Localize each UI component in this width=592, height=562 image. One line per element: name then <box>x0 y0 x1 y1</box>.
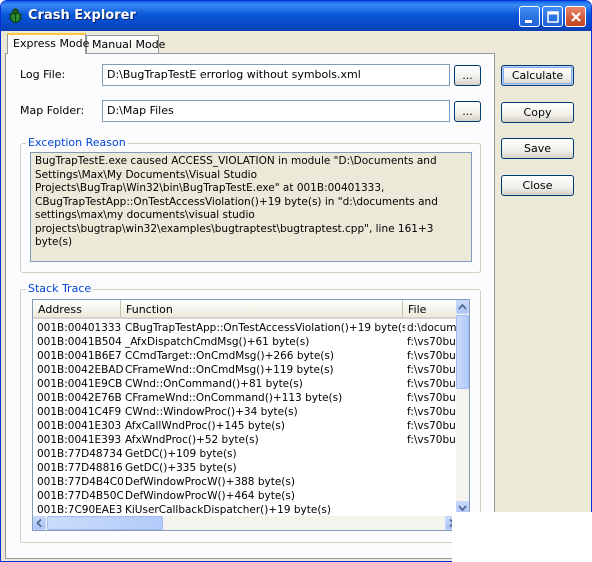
file-cell: f:\vs70bu <box>407 420 456 432</box>
stack-trace-title: Stack Trace <box>26 282 94 295</box>
table-row[interactable]: 001B:0041E393 AfxWndProc()+52 byte(s) f:\v… <box>33 433 458 447</box>
minimize-button[interactable] <box>519 6 540 27</box>
maximize-icon <box>547 11 559 23</box>
close-icon <box>571 12 581 22</box>
table-row[interactable]: 001B:77D48816 GetDC()+335 byte(s) <box>33 461 458 475</box>
close-window-button[interactable] <box>565 6 586 27</box>
reason-line: projects\bugtrap\win32\examples\bugtrapt… <box>35 222 434 249</box>
title-bar[interactable]: Crash Explorer <box>1 1 591 31</box>
column-header-file[interactable]: File <box>403 300 458 317</box>
window-title: Crash Explorer <box>28 8 136 23</box>
exception-reason-title: Exception Reason <box>26 136 128 149</box>
function-cell: CBugTrapTestApp::OnTestAccessViolation()… <box>125 322 405 334</box>
reason-line: Projects\BugTrap\Win32\bin\BugTrapTestE.… <box>35 182 385 194</box>
map-folder-field[interactable]: D:\Map Files <box>102 100 450 122</box>
function-cell: KiUserCallbackDispatcher()+19 byte(s) <box>125 504 331 516</box>
copy-button[interactable]: Copy <box>501 102 574 123</box>
browse-map-folder-button[interactable]: ... <box>454 101 481 122</box>
scroll-up-button[interactable] <box>456 300 469 314</box>
stack-trace-list[interactable]: Address Function File 001B:00401333 CBugT… <box>32 299 470 531</box>
tab-label: Manual Mode <box>92 38 166 51</box>
reason-line: settings\max\my documents\visual studio <box>35 209 255 221</box>
arrow-up-icon <box>458 303 467 310</box>
horizontal-scrollbar[interactable] <box>33 516 458 530</box>
address-cell: 001B:77D4B4C0 <box>37 476 123 488</box>
table-row[interactable]: 001B:0041C4F9 CWnd::WindowProc()+34 byte(… <box>33 405 458 419</box>
table-row[interactable]: 001B:0042E76B CFrameWnd::OnCommand()+113 … <box>33 391 458 405</box>
function-cell: _AfxDispatchCmdMsg()+61 byte(s) <box>125 336 310 348</box>
horizontal-scroll-thumb[interactable] <box>47 516 163 530</box>
vertical-scrollbar[interactable] <box>456 300 469 516</box>
list-header: Address Function File <box>33 300 458 319</box>
list-rows: 001B:00401333 CBugTrapTestApp::OnTestAcce… <box>33 321 458 516</box>
close-button[interactable]: Close <box>501 175 574 196</box>
file-cell: d:\docume <box>407 322 458 334</box>
address-cell: 001B:00401333 <box>37 322 122 334</box>
function-cell: CFrameWnd::OnCommand()+113 byte(s) <box>125 392 343 404</box>
browse-log-file-button[interactable]: ... <box>454 65 481 86</box>
vertical-scroll-thumb[interactable] <box>456 315 469 389</box>
reason-line: BugTrapTestE.exe caused ACCESS_VIOLATION… <box>35 155 437 167</box>
save-button[interactable]: Save <box>501 138 574 159</box>
exception-reason-text[interactable]: BugTrapTestE.exe caused ACCESS_VIOLATION… <box>30 152 472 262</box>
table-row[interactable]: 001B:0041E303 AfxCallWndProc()+145 byte(s… <box>33 419 458 433</box>
function-cell: DefWindowProcW()+388 byte(s) <box>125 476 295 488</box>
scroll-left-button[interactable] <box>33 516 46 530</box>
table-row[interactable]: 001B:77D4B4C0 DefWindowProcW()+388 byte(s… <box>33 475 458 489</box>
maximize-button[interactable] <box>542 6 563 27</box>
tab-express-mode[interactable]: Express Mode <box>7 33 90 54</box>
file-cell: f:\vs70bu <box>407 364 456 376</box>
address-cell: 001B:0041E303 <box>37 420 122 432</box>
table-row[interactable]: 001B:0041B504 _AfxDispatchCmdMsg()+61 byt… <box>33 335 458 349</box>
table-row[interactable]: 001B:00401333 CBugTrapTestApp::OnTestAcce… <box>33 321 458 335</box>
reason-line: CBugTrapTestApp::OnTestAccessViolation()… <box>35 195 438 208</box>
address-cell: 001B:77D48816 <box>37 462 123 474</box>
address-cell: 001B:0041E393 <box>37 434 122 446</box>
file-cell: f:\vs70bu <box>407 392 456 404</box>
file-cell: f:\vs70bu <box>407 350 456 362</box>
map-folder-label: Map Folder: <box>20 104 85 117</box>
function-cell: GetDC()+109 byte(s) <box>125 448 237 460</box>
address-cell: 001B:0041B504 <box>37 336 122 348</box>
address-cell: 001B:0041B6E7 <box>37 350 122 362</box>
file-cell: f:\vs70bu <box>407 336 456 348</box>
address-cell: 001B:7C90EAE3 <box>37 504 123 516</box>
table-row[interactable]: 001B:7C90EAE3 KiUserCallbackDispatcher()+… <box>33 503 458 516</box>
log-file-field[interactable]: D:\BugTrapTestE errorlog without symbols… <box>102 64 450 86</box>
function-cell: CWnd::OnCommand()+81 byte(s) <box>125 378 303 390</box>
function-cell: DefWindowProcW()+464 byte(s) <box>125 490 295 502</box>
file-cell: f:\vs70bu <box>407 378 456 390</box>
table-row[interactable]: 001B:0041E9CB CWnd::OnCommand()+81 byte(s… <box>33 377 458 391</box>
address-cell: 001B:77D48734 <box>37 448 123 460</box>
table-row[interactable]: 001B:0041B6E7 CCmdTarget::OnCmdMsg()+266 … <box>33 349 458 363</box>
file-cell: f:\vs70bu <box>407 406 456 418</box>
watermark-area <box>452 512 592 562</box>
bug-icon <box>7 7 24 24</box>
function-cell: GetDC()+335 byte(s) <box>125 462 237 474</box>
crash-explorer-window: Crash Explorer Express Mode Manual Mode <box>0 0 592 562</box>
address-cell: 001B:77D4B50C <box>37 490 123 502</box>
file-cell: f:\vs70bu <box>407 434 456 446</box>
address-cell: 001B:0041C4F9 <box>37 406 122 418</box>
calculate-button[interactable]: Calculate <box>501 65 574 86</box>
function-cell: AfxWndProc()+52 byte(s) <box>125 434 259 446</box>
table-row[interactable]: 001B:77D4B50C DefWindowProcW()+464 byte(s… <box>33 489 458 503</box>
minimize-icon <box>525 20 532 23</box>
function-cell: CFrameWnd::OnCmdMsg()+119 byte(s) <box>125 364 334 376</box>
function-cell: CWnd::WindowProc()+34 byte(s) <box>125 406 298 418</box>
column-header-function[interactable]: Function <box>121 300 403 317</box>
table-row[interactable]: 001B:77D48734 GetDC()+109 byte(s) <box>33 447 458 461</box>
log-file-label: Log File: <box>20 68 66 81</box>
tab-label: Express Mode <box>13 37 90 50</box>
reason-line: Settings\Max\My Documents\Visual Studio <box>35 168 257 181</box>
table-row[interactable]: 001B:0042EBAD CFrameWnd::OnCmdMsg()+119 b… <box>33 363 458 377</box>
function-cell: CCmdTarget::OnCmdMsg()+266 byte(s) <box>125 350 334 362</box>
tab-manual-mode[interactable]: Manual Mode <box>86 35 165 53</box>
function-cell: AfxCallWndProc()+145 byte(s) <box>125 420 285 432</box>
arrow-left-icon <box>36 518 42 528</box>
address-cell: 001B:0042EBAD <box>37 364 123 376</box>
column-header-address[interactable]: Address <box>33 300 121 317</box>
address-cell: 001B:0041E9CB <box>37 378 123 390</box>
address-cell: 001B:0042E76B <box>37 392 122 404</box>
